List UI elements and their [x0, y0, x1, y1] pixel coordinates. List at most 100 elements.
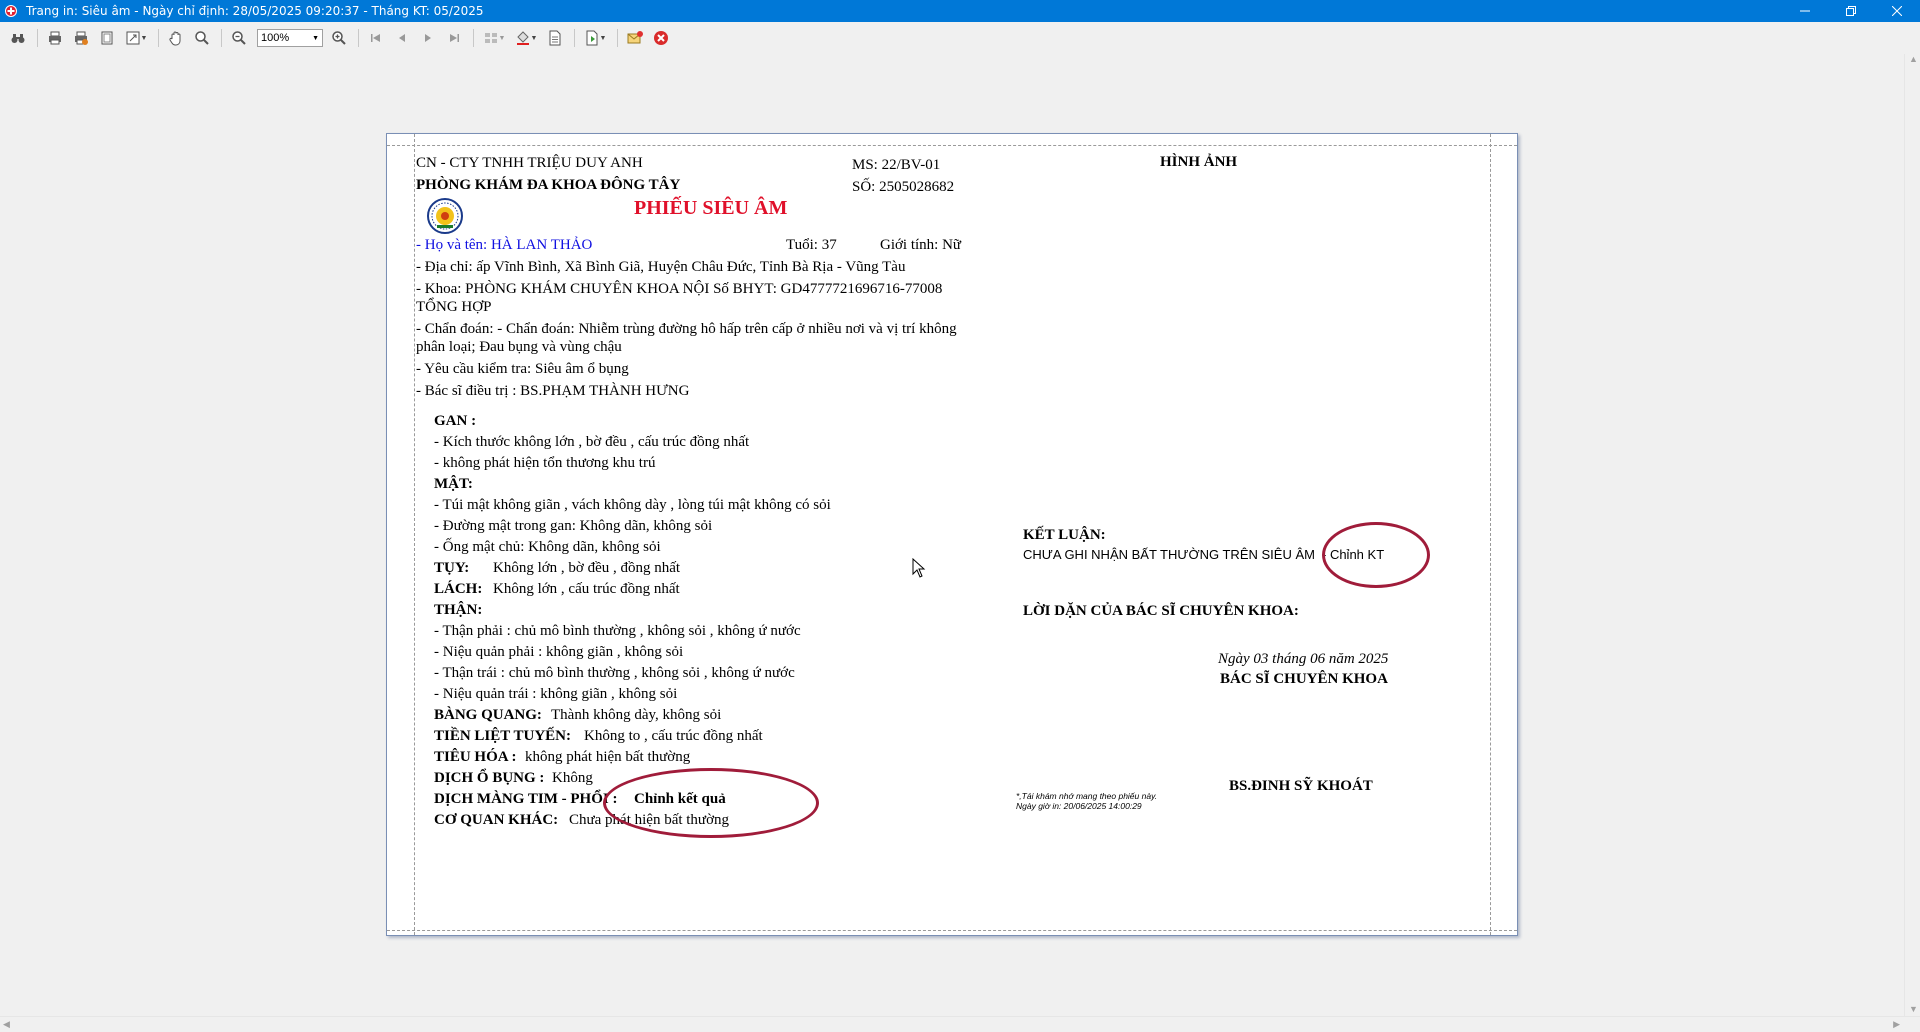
finding-tien-liet-label: TIỀN LIỆT TUYẾN:: [434, 728, 571, 744]
scroll-right-icon[interactable]: ▶: [1893, 1019, 1900, 1030]
first-page-button[interactable]: [364, 26, 388, 50]
patient-address: - Địa chỉ: ấp Vĩnh Bình, Xã Bình Giã, Hu…: [416, 259, 906, 275]
form-number: SỐ: 2505028682: [852, 179, 955, 195]
mouse-cursor-icon: [912, 558, 926, 578]
zoom-select[interactable]: 100% ▼: [257, 29, 323, 47]
zoom-in-icon: [332, 31, 346, 45]
exam-request: - Yêu cầu kiểm tra: Siêu âm ổ bụng: [416, 361, 629, 377]
close-window-button[interactable]: [1874, 0, 1920, 22]
binoculars-icon: [11, 34, 25, 43]
finding-tuy-label: TỤY:: [434, 560, 470, 576]
restore-icon: [1846, 6, 1856, 16]
zoom-out-icon: [232, 31, 246, 45]
magnifier-button[interactable]: [190, 26, 214, 50]
finding-lach-value: Không lớn , cấu trúc đồng nhất: [493, 581, 680, 597]
scale-dropdown[interactable]: ▼: [121, 26, 151, 50]
horizontal-scrollbar[interactable]: ◀ ▶: [0, 1016, 1920, 1032]
patient-age: Tuổi: 37: [786, 237, 837, 253]
company-name: CN - CTY TNHH TRIỆU DUY ANH: [416, 155, 643, 171]
conclusion-text: CHƯA GHI NHẬN BẤT THƯỜNG TRÊN SIÊU ÂM: [1023, 547, 1315, 562]
preview-toolbar: ▼ 100% ▼ ▼ ▼ ▼: [0, 22, 1920, 54]
previous-page-icon: [399, 34, 405, 42]
watermark-button[interactable]: [543, 26, 567, 50]
send-email-button[interactable]: [623, 26, 647, 50]
specialist-title: BÁC SĨ CHUYÊN KHOA: [1220, 671, 1388, 687]
export-dropdown[interactable]: ▼: [580, 26, 610, 50]
margin-guide-bottom: [387, 930, 1517, 931]
finding-bang-quang-label: BÀNG QUANG:: [434, 707, 542, 723]
previous-page-button[interactable]: [390, 26, 414, 50]
quick-print-icon: [75, 31, 88, 45]
signature-date: Ngày 03 tháng 06 năm 2025: [1218, 651, 1389, 667]
footnote-print-time: Ngày giờ in: 20/06/2025 14:00:29: [1016, 801, 1142, 811]
finding-gan-heading: GAN :: [434, 413, 477, 429]
clinic-logo: [427, 198, 463, 234]
scroll-down-icon[interactable]: ▼: [1909, 1004, 1918, 1014]
vertical-scrollbar[interactable]: ▲ ▼: [1904, 54, 1920, 1016]
scroll-left-icon[interactable]: ◀: [3, 1019, 10, 1030]
diagnosis-line-1: - Chẩn đoán: - Chẩn đoán: Nhiễm trùng đư…: [416, 321, 957, 337]
email-icon: [627, 31, 643, 44]
department-line-2: TỔNG HỢP: [416, 299, 492, 315]
close-icon: [1892, 6, 1902, 16]
page-setup-button[interactable]: [95, 26, 119, 50]
finding-mat-heading: MẬT:: [434, 476, 473, 492]
annotation-circle-findings: [603, 768, 819, 838]
form-code: MS: 22/BV-01: [852, 157, 941, 173]
background-color-dropdown[interactable]: ▼: [511, 26, 541, 50]
advice-heading: LỜI DẶN CỦA BÁC SĨ CHUYÊN KHOA:: [1023, 603, 1299, 619]
zoom-out-button[interactable]: [227, 26, 251, 50]
close-preview-button[interactable]: [649, 26, 673, 50]
diagnosis-line-2: phân loại; Đau bụng và vùng chậu: [416, 339, 622, 355]
finding-tuy-value: Không lớn , bờ đều , đồng nhất: [493, 560, 681, 576]
close-circle-icon: [654, 31, 668, 45]
chevron-down-icon: ▼: [530, 34, 538, 42]
scroll-up-icon[interactable]: ▲: [1909, 54, 1918, 64]
finding-mat-3: - Ống mật chủ: Không dãn, không sỏi: [434, 539, 661, 555]
print-button[interactable]: [43, 26, 67, 50]
finding-than-heading: THẬN:: [434, 602, 483, 618]
finding-dich-o-bung-value: Không: [552, 770, 593, 786]
report-page: CN - CTY TNHH TRIỆU DUY ANH PHÒNG KHÁM Đ…: [386, 133, 1518, 936]
finding-gan-2: - không phát hiện tổn thương khu trú: [434, 455, 656, 471]
report-title: PHIẾU SIÊU ÂM: [634, 197, 788, 219]
specialist-name: BS.ĐINH SỸ KHOÁT: [1229, 778, 1373, 794]
export-icon: [586, 30, 598, 46]
image-section-heading: HÌNH ẢNH: [1160, 154, 1238, 170]
patient-name: - Họ và tên: HÀ LAN THẢO: [416, 237, 593, 253]
magnifier-icon: [195, 31, 209, 45]
margin-guide-top: [387, 145, 1517, 146]
last-page-button[interactable]: [442, 26, 466, 50]
find-button[interactable]: [6, 26, 30, 50]
margin-guide-right: [1490, 134, 1491, 935]
patient-gender: Giới tính: Nữ: [880, 237, 962, 253]
minimize-button[interactable]: [1782, 0, 1828, 22]
finding-than-1: - Thận phải : chủ mô bình thường , không…: [434, 623, 801, 639]
document-icon: [549, 30, 561, 46]
chevron-down-icon: ▼: [140, 34, 148, 42]
finding-mat-1: - Túi mật không giãn , vách không dày , …: [434, 497, 831, 513]
next-page-button[interactable]: [416, 26, 440, 50]
multiple-pages-dropdown[interactable]: ▼: [479, 26, 509, 50]
finding-than-3: - Thận trái : chủ mô bình thường , không…: [434, 665, 795, 681]
finding-tien-liet-value: Không to , cấu trúc đồng nhất: [584, 728, 763, 744]
finding-lach-label: LÁCH:: [434, 581, 483, 597]
finding-than-4: - Niệu quản trái : không giãn , không sỏ…: [434, 686, 678, 702]
quick-print-button[interactable]: [69, 26, 93, 50]
finding-than-2: - Niệu quản phải : không giãn , không sỏ…: [434, 644, 684, 660]
zoom-in-button[interactable]: [327, 26, 351, 50]
finding-dich-o-bung-label: DỊCH Ổ BỤNG :: [434, 770, 545, 786]
restore-button[interactable]: [1828, 0, 1874, 22]
zoom-value: 100%: [261, 32, 290, 44]
page-setup-icon: [101, 31, 113, 45]
finding-mat-2: - Đường mật trong gan: Không dãn, không …: [434, 518, 713, 534]
finding-bang-quang-value: Thành không dày, không sỏi: [551, 707, 722, 723]
finding-tieu-hoa-label: TIÊU HÓA :: [434, 749, 517, 765]
next-page-icon: [425, 34, 431, 42]
hand-tool-button[interactable]: [164, 26, 188, 50]
finding-dich-mang-tim-label: DỊCH MÀNG TIM - PHỔI :: [434, 791, 618, 807]
finding-co-quan-khac-label: CƠ QUAN KHÁC:: [434, 812, 559, 828]
multiple-pages-icon: [484, 33, 497, 43]
chevron-down-icon: ▼: [312, 34, 319, 42]
finding-tieu-hoa-value: không phát hiện bất thường: [525, 749, 691, 765]
